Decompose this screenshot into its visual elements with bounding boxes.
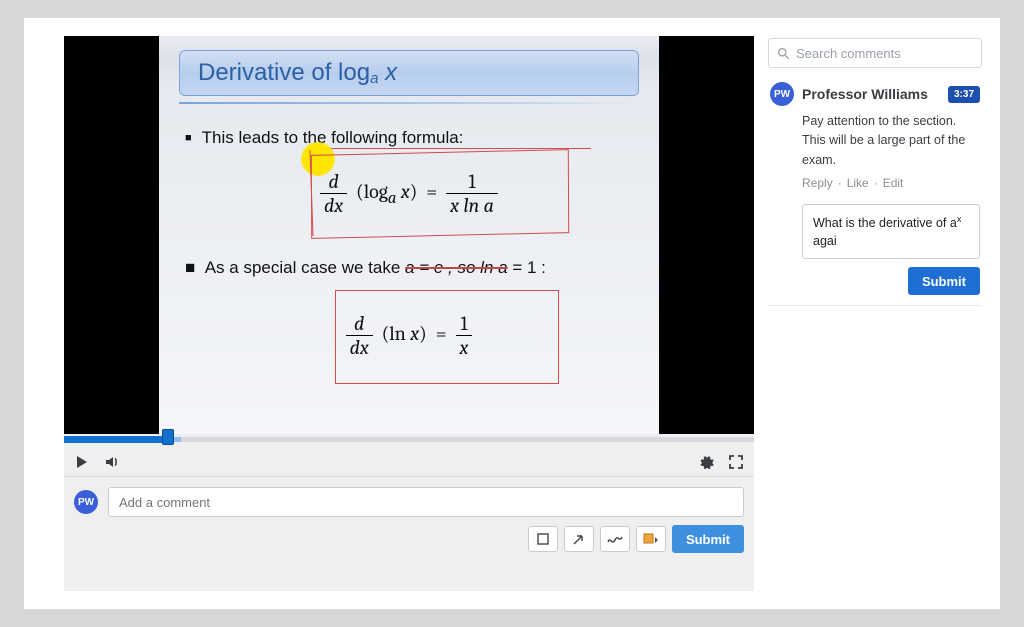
progress-played [64,436,168,443]
title-prefix: Derivative of log [198,59,370,86]
like-link[interactable]: Like [847,176,869,190]
comment-composer: PW [64,477,754,525]
comment-input[interactable] [108,487,744,517]
fullscreen-icon[interactable] [728,454,744,470]
search-placeholder: Search comments [796,46,901,61]
comment-actions: Reply·Like·Edit [770,176,980,190]
slide: Derivative of loga x This leads to the f… [159,36,659,434]
bullet-1: This leads to the following formula: [185,128,639,148]
slide-title: Derivative of loga x [198,59,620,87]
avatar: PW [74,490,98,514]
reply-link[interactable]: Reply [802,176,833,190]
reply-text-pre: What is the derivative of a [813,216,957,230]
video-panel: Derivative of loga x This leads to the f… [64,36,754,591]
comment-item: PW Professor Williams 3:37 Pay attention… [768,78,982,306]
slide-divider [179,102,639,104]
comment-avatar: PW [770,82,794,106]
bullet2-strike: a = e , so ln a [405,258,508,277]
color-tool[interactable] [636,526,666,552]
annotation-tools: Submit [64,525,754,559]
annotation-stroke [331,148,591,149]
formula-2-zone: ddx (ln x) = 1x [179,290,639,382]
video-player[interactable]: Derivative of loga x This leads to the f… [64,36,754,434]
progress-handle[interactable] [162,429,174,445]
reply-submit-button[interactable]: Submit [908,267,980,295]
volume-icon[interactable] [104,454,120,470]
bullet-2: ■ As a special case we take a = e , so l… [185,258,639,278]
freehand-tool[interactable] [600,526,630,552]
annotation-box-1 [311,149,569,239]
play-icon[interactable] [74,454,90,470]
progress-bar[interactable] [64,434,754,446]
slide-title-box: Derivative of loga x [179,50,639,96]
reply-sup: x [957,214,962,224]
gear-icon[interactable] [698,454,714,470]
comment-text: Pay attention to the section. This will … [770,106,980,176]
rectangle-tool[interactable] [528,526,558,552]
arrow-tool[interactable] [564,526,594,552]
composer-submit-button[interactable]: Submit [672,525,744,553]
player-controls [64,446,754,477]
title-sub: a [370,70,378,87]
comment-author: Professor Williams [802,86,940,102]
edit-link[interactable]: Edit [883,176,904,190]
reply-text-post: agai [813,234,837,248]
search-icon [777,47,790,60]
formula-1-zone: ddx (loga x) = 1x ln a [179,152,639,248]
comments-panel: Search comments PW Professor Williams 3:… [768,36,982,591]
title-var: x [385,59,397,86]
annotation-box-2 [335,290,559,384]
reply-input[interactable]: What is the derivative of ax agai [802,204,980,259]
bullet2-pre: As a special case we take [205,258,405,277]
timestamp-badge[interactable]: 3:37 [948,86,980,103]
search-comments-input[interactable]: Search comments [768,38,982,68]
app-stage: Derivative of loga x This leads to the f… [24,18,1000,609]
bullet2-post: = 1 : [508,258,546,277]
